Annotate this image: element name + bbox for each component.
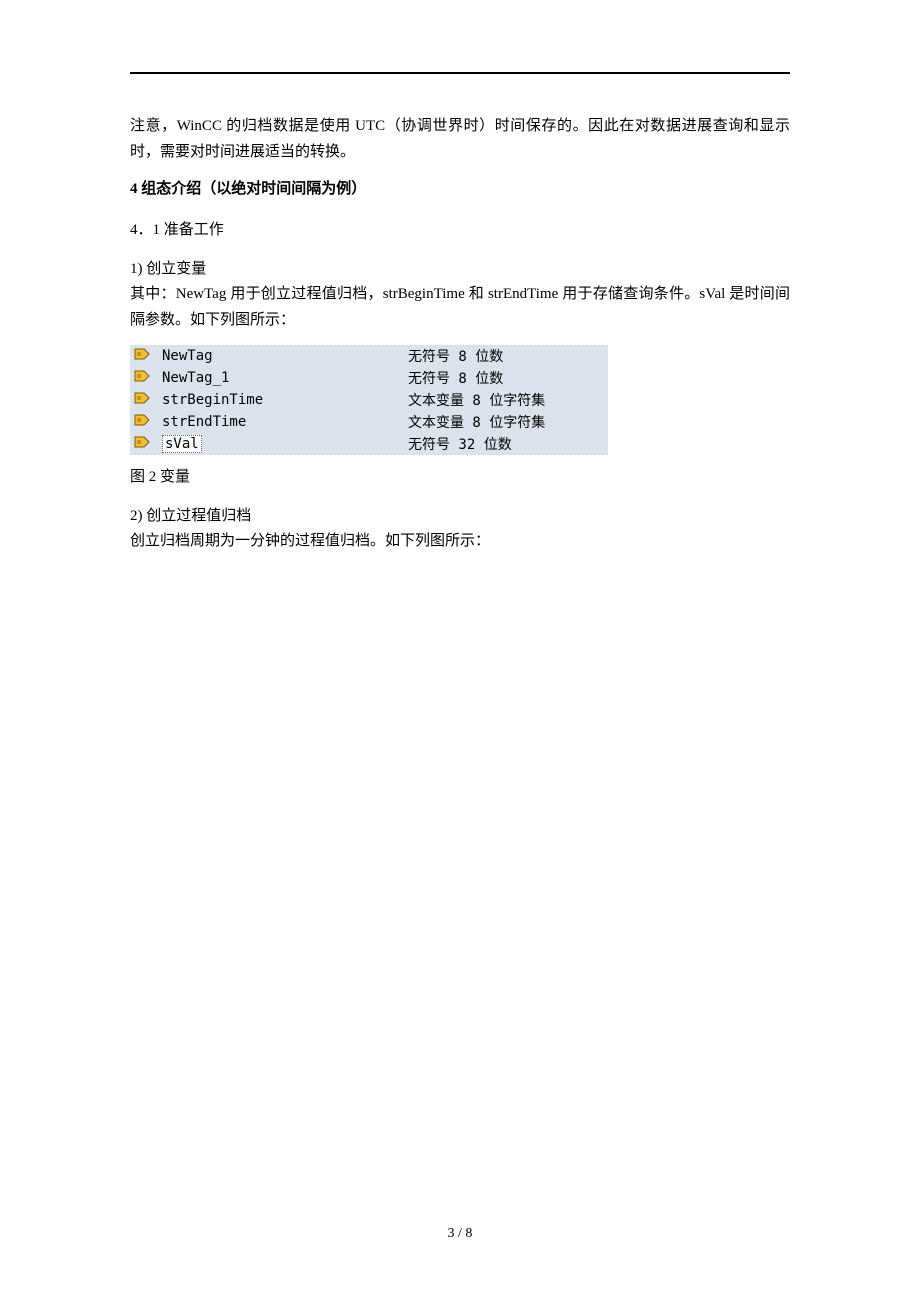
tag-icon (134, 436, 150, 449)
var-type: 无符号 8 位数 (404, 367, 608, 389)
table-row: strBeginTime 文本变量 8 位字符集 (130, 389, 608, 411)
tag-icon (134, 348, 150, 361)
section-4-heading: 4 组态介绍（以绝对时间间隔为例） (130, 177, 790, 198)
item-2-body: 创立归档周期为一分钟的过程值归档。如下列图所示： (130, 529, 790, 555)
item-1-body: 其中：NewTag 用于创立过程值归档，strBeginTime 和 strEn… (130, 282, 790, 333)
variables-table: NewTag 无符号 8 位数 NewTag_1 无符号 8 位数 strBeg… (130, 345, 608, 455)
item-1-title: 1) 创立变量 (130, 257, 790, 278)
tag-icon (134, 392, 150, 405)
figure-2-variables: NewTag 无符号 8 位数 NewTag_1 无符号 8 位数 strBeg… (130, 345, 790, 455)
var-name: strEndTime (158, 411, 404, 433)
table-row: NewTag_1 无符号 8 位数 (130, 367, 608, 389)
page-number: 3 / 8 (0, 1226, 920, 1242)
var-type: 文本变量 8 位字符集 (404, 389, 608, 411)
item-2-title: 2) 创立过程值归档 (130, 504, 790, 525)
var-name-selected: sVal (162, 435, 202, 453)
var-type: 无符号 32 位数 (404, 433, 608, 455)
var-name: strBeginTime (158, 389, 404, 411)
figure-2-caption: 图 2 变量 (130, 465, 790, 486)
var-type: 文本变量 8 位字符集 (404, 411, 608, 433)
table-row: sVal 无符号 32 位数 (130, 433, 608, 455)
var-name: NewTag (158, 345, 404, 367)
table-row: NewTag 无符号 8 位数 (130, 345, 608, 367)
top-rule (130, 72, 790, 74)
subsection-4-1: 4．1 准备工作 (130, 218, 790, 239)
tag-icon (134, 370, 150, 383)
tag-icon (134, 414, 150, 427)
var-name: NewTag_1 (158, 367, 404, 389)
table-row: strEndTime 文本变量 8 位字符集 (130, 411, 608, 433)
var-type: 无符号 8 位数 (404, 345, 608, 367)
intro-paragraph: 注意，WinCC 的归档数据是使用 UTC（协调世界时）时间保存的。因此在对数据… (130, 114, 790, 165)
